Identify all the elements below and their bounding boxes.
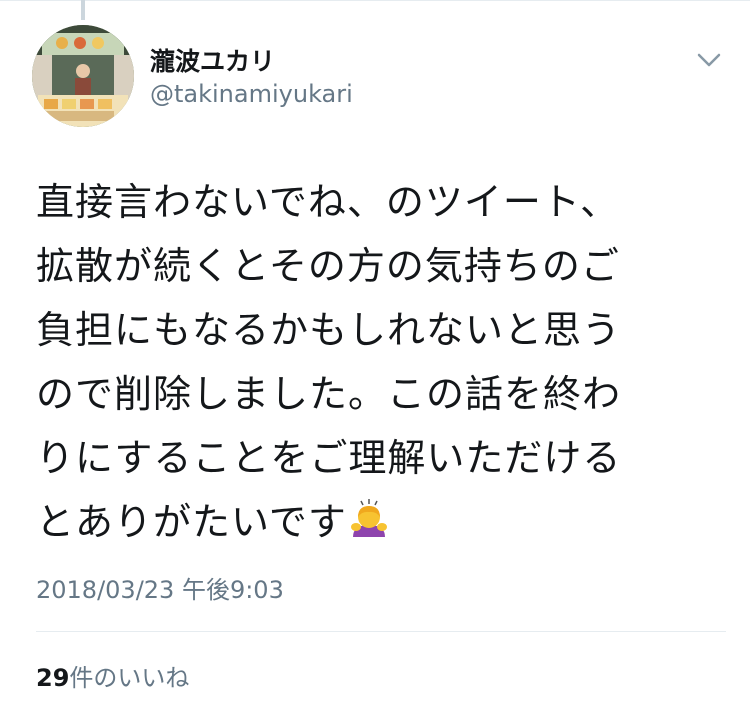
author-handle[interactable]: @takinamiyukari <box>150 80 353 108</box>
tweet-text-line-content: とありがたいです <box>36 500 347 544</box>
tweet-text-line: りにすることをご理解いただける <box>36 436 622 480</box>
tweet-text-line: ので削除しました。この話を終わ <box>36 372 622 416</box>
tweet-text-line: 拡散が続くとその方の気持ちのご <box>36 244 620 288</box>
likes-count: 29 <box>36 664 70 692</box>
avatar[interactable] <box>32 25 134 127</box>
tweet-text-line: 負担にもなるかもしれないと思う <box>36 308 622 352</box>
stats-divider <box>36 631 726 632</box>
thread-connector-line <box>81 0 85 20</box>
top-divider <box>0 0 750 1</box>
likes-stat[interactable]: 29件のいいね <box>36 658 189 693</box>
likes-label: 件のいいね <box>69 664 190 692</box>
tweet-text-line: 直接言わないでね、のツイート、 <box>36 180 620 224</box>
person-bowing-emoji-icon <box>347 496 391 540</box>
tweet-text: 直接言わないでね、のツイート、 拡散が続くとその方の気持ちのご 負担にもなるかも… <box>36 170 726 554</box>
tweet-timestamp[interactable]: 2018/03/23 午後9:03 <box>36 570 284 605</box>
chevron-down-icon[interactable] <box>695 48 723 72</box>
author-display-name[interactable]: 瀧波ユカリ <box>150 42 275 78</box>
tweet-text-line-last: とありがたいです <box>36 490 726 554</box>
